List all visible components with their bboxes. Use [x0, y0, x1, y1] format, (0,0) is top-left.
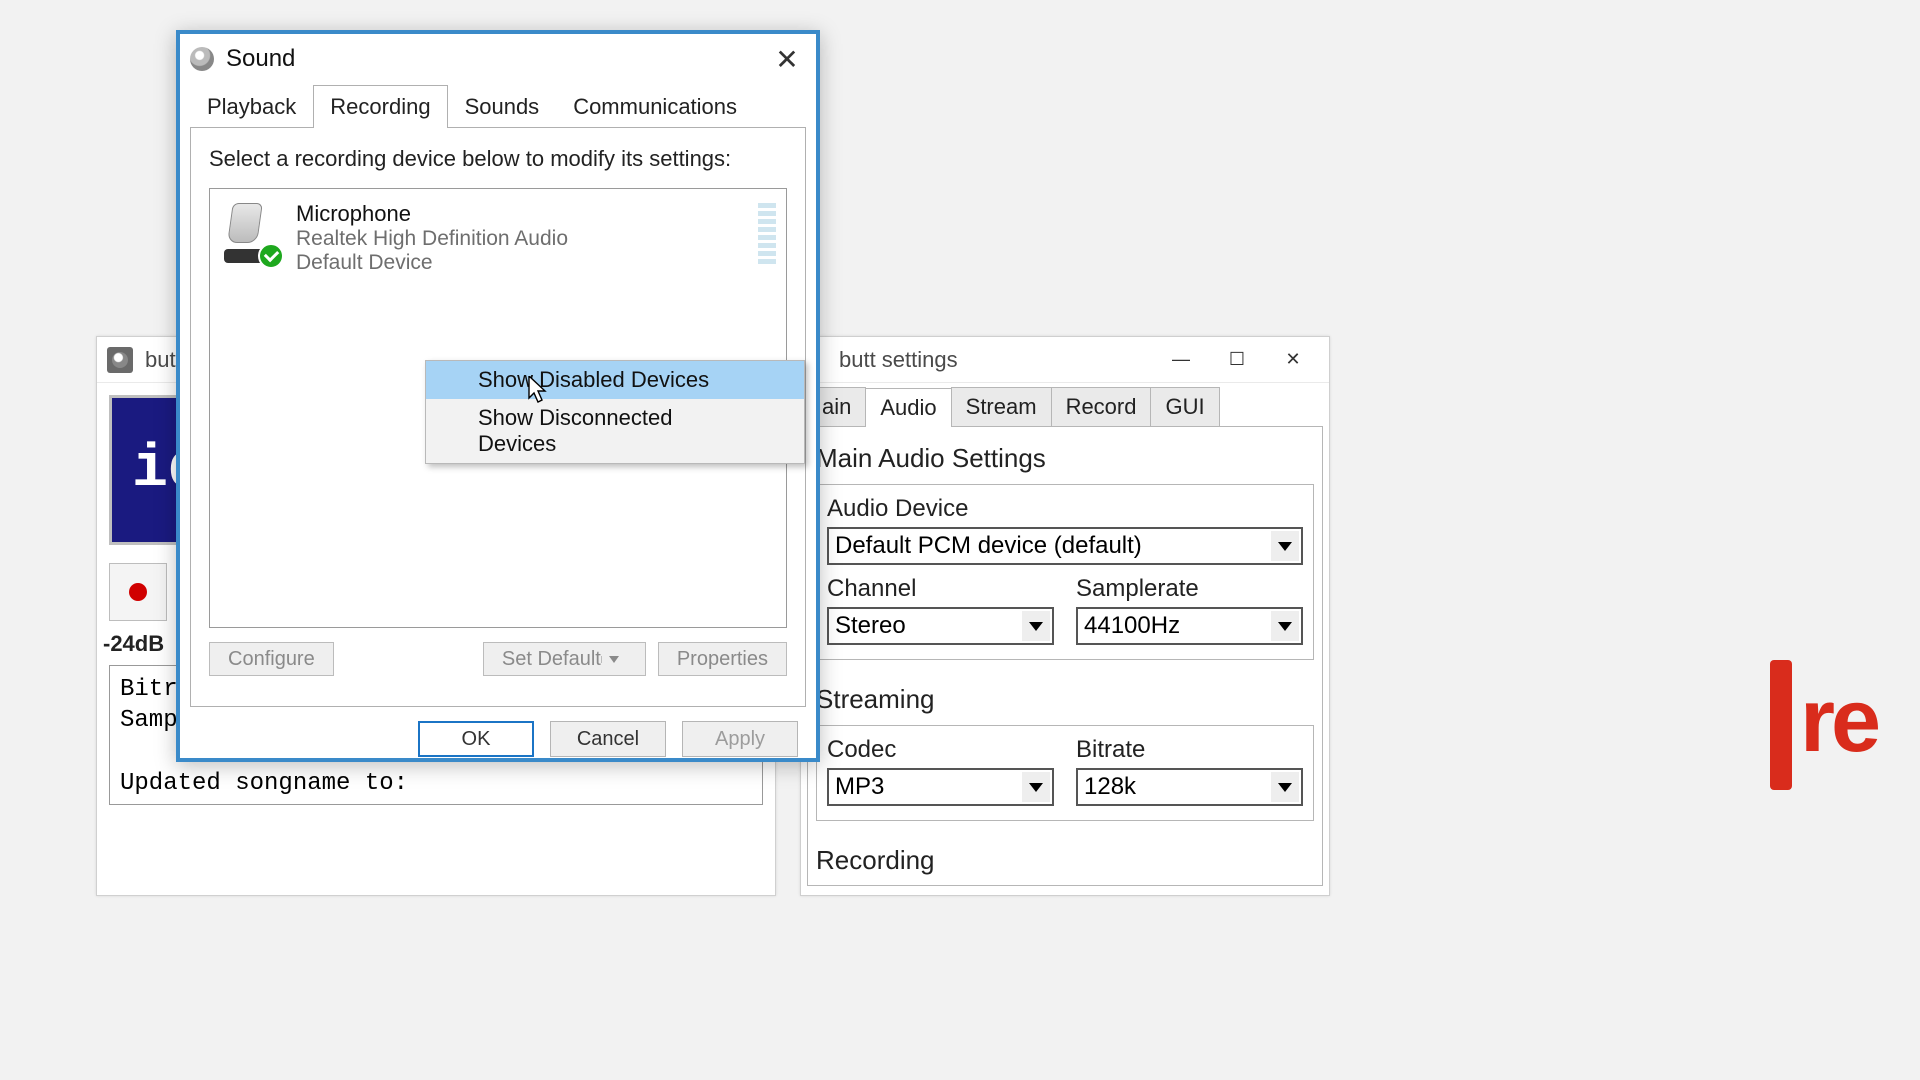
- chevron-down-icon: [1022, 611, 1050, 641]
- properties-button[interactable]: Properties: [658, 642, 787, 676]
- menu-show-disconnected-devices[interactable]: Show Disconnected Devices: [426, 399, 804, 463]
- bitrate-select[interactable]: 128k: [1076, 768, 1303, 806]
- record-icon: [129, 583, 147, 601]
- device-name: Microphone: [296, 201, 568, 227]
- chevron-down-icon: [1271, 611, 1299, 641]
- sound-dialog-footer: OK Cancel Apply: [180, 707, 816, 771]
- record-button[interactable]: [109, 563, 167, 621]
- section-main-audio: Main Audio Settings: [808, 437, 1322, 484]
- tab-communications[interactable]: Communications: [556, 85, 754, 128]
- tab-playback[interactable]: Playback: [190, 85, 313, 128]
- apply-button[interactable]: Apply: [682, 721, 798, 757]
- device-status: Default Device: [296, 251, 568, 275]
- tab-audio[interactable]: Audio: [865, 388, 951, 427]
- samplerate-label: Samplerate: [1076, 575, 1303, 603]
- sound-titlebar[interactable]: Sound ✕: [180, 34, 816, 84]
- device-desc: Realtek High Definition Audio: [296, 227, 568, 251]
- tab-record[interactable]: Record: [1051, 387, 1152, 426]
- streaming-fieldset: Codec MP3 Bitrate 128k: [816, 725, 1314, 821]
- settings-panel: Main Audio Settings Audio Device Default…: [807, 426, 1323, 886]
- mouse-cursor-icon: [528, 376, 550, 404]
- section-streaming: Streaming: [808, 678, 1322, 725]
- close-button[interactable]: ✕: [768, 43, 806, 76]
- set-default-button[interactable]: Set Default: [483, 642, 646, 676]
- butt-settings-title: butt settings: [809, 347, 1153, 373]
- butt-settings-titlebar[interactable]: butt settings — ☐ ✕: [801, 337, 1329, 383]
- close-button[interactable]: ✕: [1265, 342, 1321, 378]
- tab-stream[interactable]: Stream: [951, 387, 1052, 426]
- ok-button[interactable]: OK: [418, 721, 534, 757]
- butt-settings-window: butt settings — ☐ ✕ ain Audio Stream Rec…: [800, 336, 1330, 896]
- configure-button[interactable]: Configure: [209, 642, 334, 676]
- sound-icon: [190, 47, 214, 71]
- chevron-down-icon: [1022, 772, 1050, 802]
- samplerate-select[interactable]: 44100Hz: [1076, 607, 1303, 645]
- minimize-button[interactable]: —: [1153, 342, 1209, 378]
- menu-show-disabled-devices[interactable]: Show Disabled Devices: [426, 361, 804, 399]
- channel-label: Channel: [827, 575, 1054, 603]
- settings-tabs: ain Audio Stream Record GUI: [801, 383, 1329, 426]
- maximize-button[interactable]: ☐: [1209, 342, 1265, 378]
- channel-value: Stereo: [835, 612, 906, 640]
- tab-sounds[interactable]: Sounds: [448, 85, 557, 128]
- audio-device-label: Audio Device: [827, 495, 1303, 523]
- butt-app-icon: [107, 347, 133, 373]
- device-list-context-menu: Show Disabled Devices Show Disconnected …: [425, 360, 805, 464]
- chevron-down-icon[interactable]: [601, 656, 627, 663]
- background-brand-logo: re: [1770, 640, 1920, 840]
- codec-label: Codec: [827, 736, 1054, 764]
- codec-select[interactable]: MP3: [827, 768, 1054, 806]
- channel-select[interactable]: Stereo: [827, 607, 1054, 645]
- sound-tabs: Playback Recording Sounds Communications: [180, 84, 816, 127]
- cancel-button[interactable]: Cancel: [550, 721, 666, 757]
- section-recording: Recording: [808, 839, 1322, 886]
- main-audio-fieldset: Audio Device Default PCM device (default…: [816, 484, 1314, 660]
- sound-instruction: Select a recording device below to modif…: [209, 146, 787, 172]
- microphone-icon: [220, 201, 278, 263]
- chevron-down-icon: [1271, 772, 1299, 802]
- default-check-icon: [258, 243, 284, 269]
- set-default-label: Set Default: [502, 648, 601, 671]
- sound-title: Sound: [226, 45, 768, 73]
- bitrate-value: 128k: [1084, 773, 1136, 801]
- audio-device-select[interactable]: Default PCM device (default): [827, 527, 1303, 565]
- level-meter: [758, 201, 776, 264]
- audio-device-value: Default PCM device (default): [835, 532, 1142, 560]
- chevron-down-icon: [1271, 531, 1299, 561]
- codec-value: MP3: [835, 773, 884, 801]
- samplerate-value: 44100Hz: [1084, 612, 1180, 640]
- tab-gui[interactable]: GUI: [1150, 387, 1219, 426]
- device-row-microphone[interactable]: Microphone Realtek High Definition Audio…: [210, 189, 786, 287]
- tab-recording[interactable]: Recording: [313, 85, 447, 128]
- bitrate-label: Bitrate: [1076, 736, 1303, 764]
